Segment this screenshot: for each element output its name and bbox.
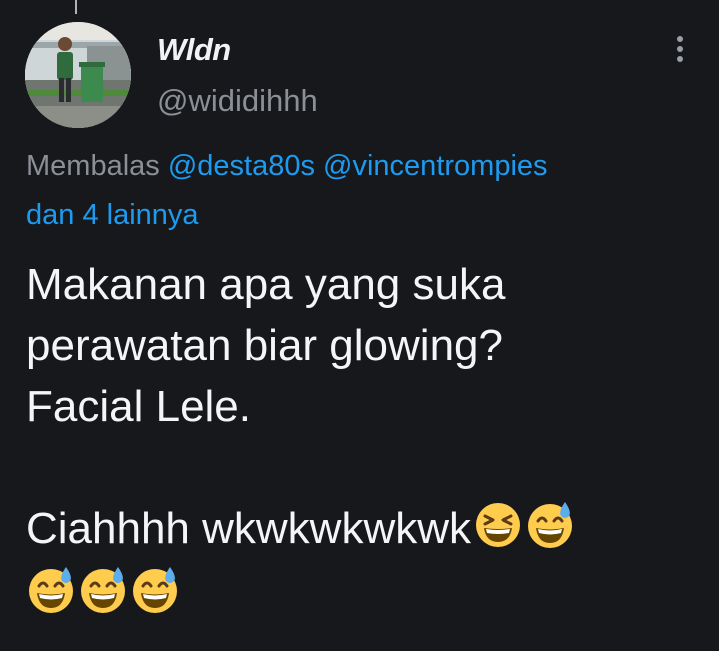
- emoji-row: [26, 563, 706, 624]
- reply-context-others: dan 4 lainnya: [26, 199, 199, 232]
- tweet-text-line: Makanan apa yang suka: [26, 260, 506, 309]
- others-mention-link[interactable]: dan 4 lainnya: [26, 199, 199, 231]
- reply-context: Membalas @desta80s @vincentrompies: [26, 150, 548, 183]
- thread-connector-line: [75, 0, 77, 14]
- tweet-text-line: perawatan biar glowing?: [26, 321, 503, 370]
- tweet-text: Makanan apa yang suka perawatan biar glo…: [26, 254, 706, 624]
- more-vertical-icon: [663, 32, 697, 66]
- grinning-face-with-sweat-icon: [130, 565, 180, 615]
- tweet-text-line-with-emoji: Ciahhhh wkwkwkwkwk: [26, 498, 706, 559]
- reply-prefix: Membalas: [26, 150, 160, 182]
- grinning-face-with-sweat-icon: [78, 565, 128, 615]
- grinning-squinting-face-icon: [473, 500, 523, 550]
- grinning-face-with-sweat-icon: [26, 565, 76, 615]
- tweet-text-line: Facial Lele.: [26, 382, 252, 431]
- grinning-face-with-sweat-icon: [525, 500, 575, 550]
- mention-link[interactable]: @vincentrompies: [323, 150, 547, 182]
- more-options-button[interactable]: [663, 32, 697, 66]
- avatar[interactable]: [25, 22, 131, 128]
- tweet-detail-screen: Wldn @wididihhh Membalas @desta80s @vinc…: [0, 0, 719, 651]
- user-handle[interactable]: @wididihhh: [157, 83, 318, 119]
- mention-link[interactable]: @desta80s: [168, 150, 315, 182]
- tweet-text-fragment: Ciahhhh wkwkwkwkwk: [26, 504, 472, 553]
- display-name[interactable]: Wldn: [157, 32, 231, 68]
